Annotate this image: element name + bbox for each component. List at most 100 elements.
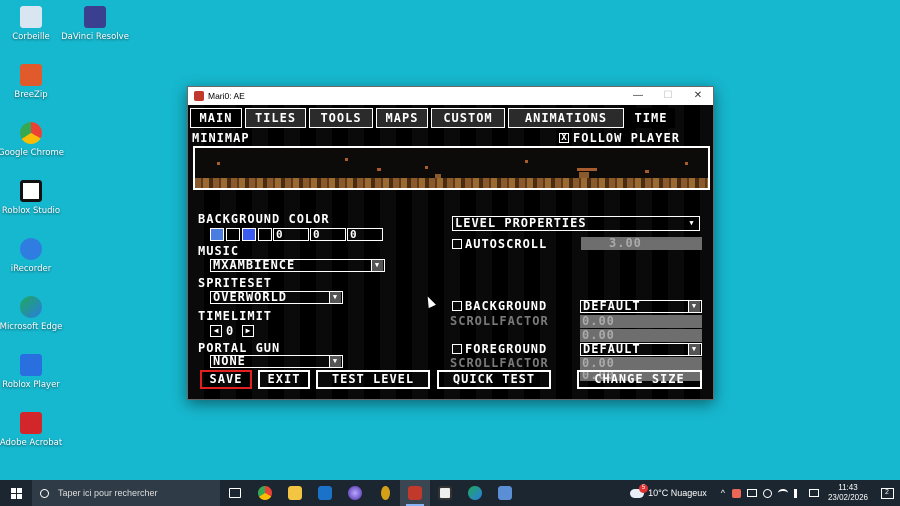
taskbar: Taper ici pour rechercher 5 10°C Nuageux… <box>0 480 900 506</box>
background-dropdown[interactable]: DEFAULT ▼ <box>580 300 702 313</box>
tab-animations[interactable]: ANIMATIONS <box>508 108 624 128</box>
headset-icon[interactable] <box>762 488 772 498</box>
taskbar-search[interactable]: Taper ici pour rechercher <box>32 480 220 506</box>
desktop-icon-adobe-acrobat[interactable]: Adobe Acrobat <box>0 412 69 448</box>
task-view-button[interactable] <box>220 480 250 506</box>
irecorder-icon <box>20 238 42 260</box>
bg-blue-input[interactable]: 0 <box>347 228 383 241</box>
tab-tiles[interactable]: TILES <box>245 108 306 128</box>
chevron-up-icon[interactable]: ^ <box>721 488 725 498</box>
tab-maps[interactable]: MAPS <box>376 108 428 128</box>
volume-icon[interactable] <box>793 488 803 498</box>
mouse-cursor <box>424 294 436 309</box>
bg-swatch-2[interactable] <box>226 228 240 241</box>
gold-app-icon <box>380 486 390 500</box>
desktop-icon-davinci-resolve[interactable]: DaVinci Resolve <box>57 6 133 42</box>
taskbar-mari0[interactable] <box>400 480 430 506</box>
taskbar-file-explorer[interactable] <box>280 480 310 506</box>
minimap-ground <box>195 178 708 188</box>
tray-app-icon[interactable] <box>731 488 741 498</box>
portal-gun-value: NONE <box>213 354 246 368</box>
taskbar-outlook[interactable] <box>310 480 340 506</box>
background-value: DEFAULT <box>583 299 641 313</box>
music-dropdown[interactable]: MXAMBIENCE ▼ <box>210 259 385 272</box>
exit-button[interactable]: EXIT <box>258 370 310 389</box>
foreground-value: DEFAULT <box>583 342 641 356</box>
spriteset-label: SPRITESET <box>198 276 273 290</box>
desktop-icon-breezip[interactable]: BreeZip <box>0 64 69 100</box>
level-properties-dropdown[interactable]: LEVEL PROPERTIES ▼ <box>452 216 700 231</box>
notification-center-button[interactable]: 2 <box>874 480 900 506</box>
desktop-icon-label: Adobe Acrobat <box>0 438 63 448</box>
wifi-icon[interactable] <box>777 489 788 497</box>
window-titlebar[interactable]: Mari0: AE — ☐ ✕ <box>188 87 713 105</box>
chevron-down-icon: ▼ <box>329 292 341 303</box>
desktop-icon-google-chrome[interactable]: Google Chrome <box>0 122 69 158</box>
clock-time: 11:43 <box>838 483 858 492</box>
acrobat-icon <box>20 412 42 434</box>
tab-tools[interactable]: TOOLS <box>309 108 373 128</box>
chevron-down-icon: ▼ <box>371 260 383 271</box>
timelimit-value: 0 <box>226 324 235 338</box>
taskbar-clock[interactable]: 11:43 23/02/2026 <box>828 483 868 503</box>
test-level-button[interactable]: TEST LEVEL <box>316 370 430 389</box>
weather-badge: 5 <box>639 483 649 493</box>
bg-red-input[interactable]: 0 <box>273 228 309 241</box>
bg-green-input[interactable]: 0 <box>310 228 346 241</box>
bg-swatch-4[interactable] <box>258 228 272 241</box>
desktop-icon-irecorder[interactable]: iRecorder <box>0 238 69 274</box>
tab-time[interactable]: TIME <box>627 108 675 128</box>
desktop-icon-microsoft-edge[interactable]: Microsoft Edge <box>0 296 69 332</box>
save-button[interactable]: SAVE <box>200 370 252 389</box>
portal-gun-dropdown[interactable]: NONE ▼ <box>210 355 343 368</box>
autoscroll-checkbox[interactable] <box>452 239 462 249</box>
minimize-button[interactable]: — <box>623 87 653 105</box>
desktop-icon-roblox-studio[interactable]: Roblox Studio <box>0 180 69 216</box>
language-icon[interactable] <box>808 489 819 497</box>
breezip-icon <box>20 64 42 86</box>
taskbar-edge[interactable] <box>460 480 490 506</box>
close-button[interactable]: ✕ <box>683 87 713 105</box>
weather-widget[interactable]: 5 10°C Nuageux <box>630 483 707 498</box>
tab-main[interactable]: MAIN <box>190 108 242 128</box>
davinci-resolve-icon <box>84 6 106 28</box>
taskbar-app-orb[interactable] <box>340 480 370 506</box>
maximize-button[interactable]: ☐ <box>653 87 683 105</box>
background-checkbox[interactable] <box>452 301 462 311</box>
notification-count: 2 <box>885 488 889 496</box>
desktop-icon-label: BreeZip <box>14 90 48 100</box>
taskbar-app-window[interactable] <box>490 480 520 506</box>
window-app-icon <box>498 486 512 500</box>
minimap[interactable] <box>193 146 710 190</box>
foreground-dropdown[interactable]: DEFAULT ▼ <box>580 343 702 356</box>
taskbar-app-dark[interactable] <box>430 480 460 506</box>
bg-swatch-3[interactable] <box>242 228 256 241</box>
desktop-icon-label: iRecorder <box>10 264 52 274</box>
taskbar-app-gold[interactable] <box>370 480 400 506</box>
search-placeholder: Taper ici pour rechercher <box>58 488 158 498</box>
background-scrollfactor-label: SCROLLFACTOR <box>450 314 549 328</box>
tab-custom[interactable]: CUSTOM <box>431 108 505 128</box>
timelimit-increase-button[interactable]: ▶ <box>242 325 254 337</box>
desktop-icon-roblox-player[interactable]: Roblox Player <box>0 354 69 390</box>
taskbar-chrome[interactable] <box>250 480 280 506</box>
bg-swatch-1[interactable] <box>210 228 224 241</box>
edge-icon <box>20 296 42 318</box>
window-title: Mari0: AE <box>208 91 245 101</box>
background-scrollfactor-y-input[interactable]: 0.00 <box>580 329 702 342</box>
mario-editor-window: Mari0: AE — ☐ ✕ MAIN TILES TOOLS MAPS CU… <box>187 86 714 400</box>
chrome-icon <box>258 486 272 500</box>
minimap-label: MINIMAP <box>192 131 250 145</box>
network-icon[interactable] <box>746 489 757 497</box>
autoscroll-speed-slider[interactable]: 3.00 <box>581 237 702 250</box>
start-button[interactable] <box>0 480 32 506</box>
background-scrollfactor-x-input[interactable]: 0.00 <box>580 315 702 328</box>
follow-player-checkbox[interactable]: X <box>559 133 569 143</box>
quick-test-button[interactable]: QUICK TEST <box>437 370 551 389</box>
change-size-button[interactable]: CHANGE SIZE <box>577 370 702 389</box>
spriteset-value: OVERWORLD <box>213 290 288 304</box>
task-view-icon <box>229 488 241 498</box>
timelimit-decrease-button[interactable]: ◀ <box>210 325 222 337</box>
spriteset-dropdown[interactable]: OVERWORLD ▼ <box>210 291 343 304</box>
foreground-checkbox[interactable] <box>452 344 462 354</box>
